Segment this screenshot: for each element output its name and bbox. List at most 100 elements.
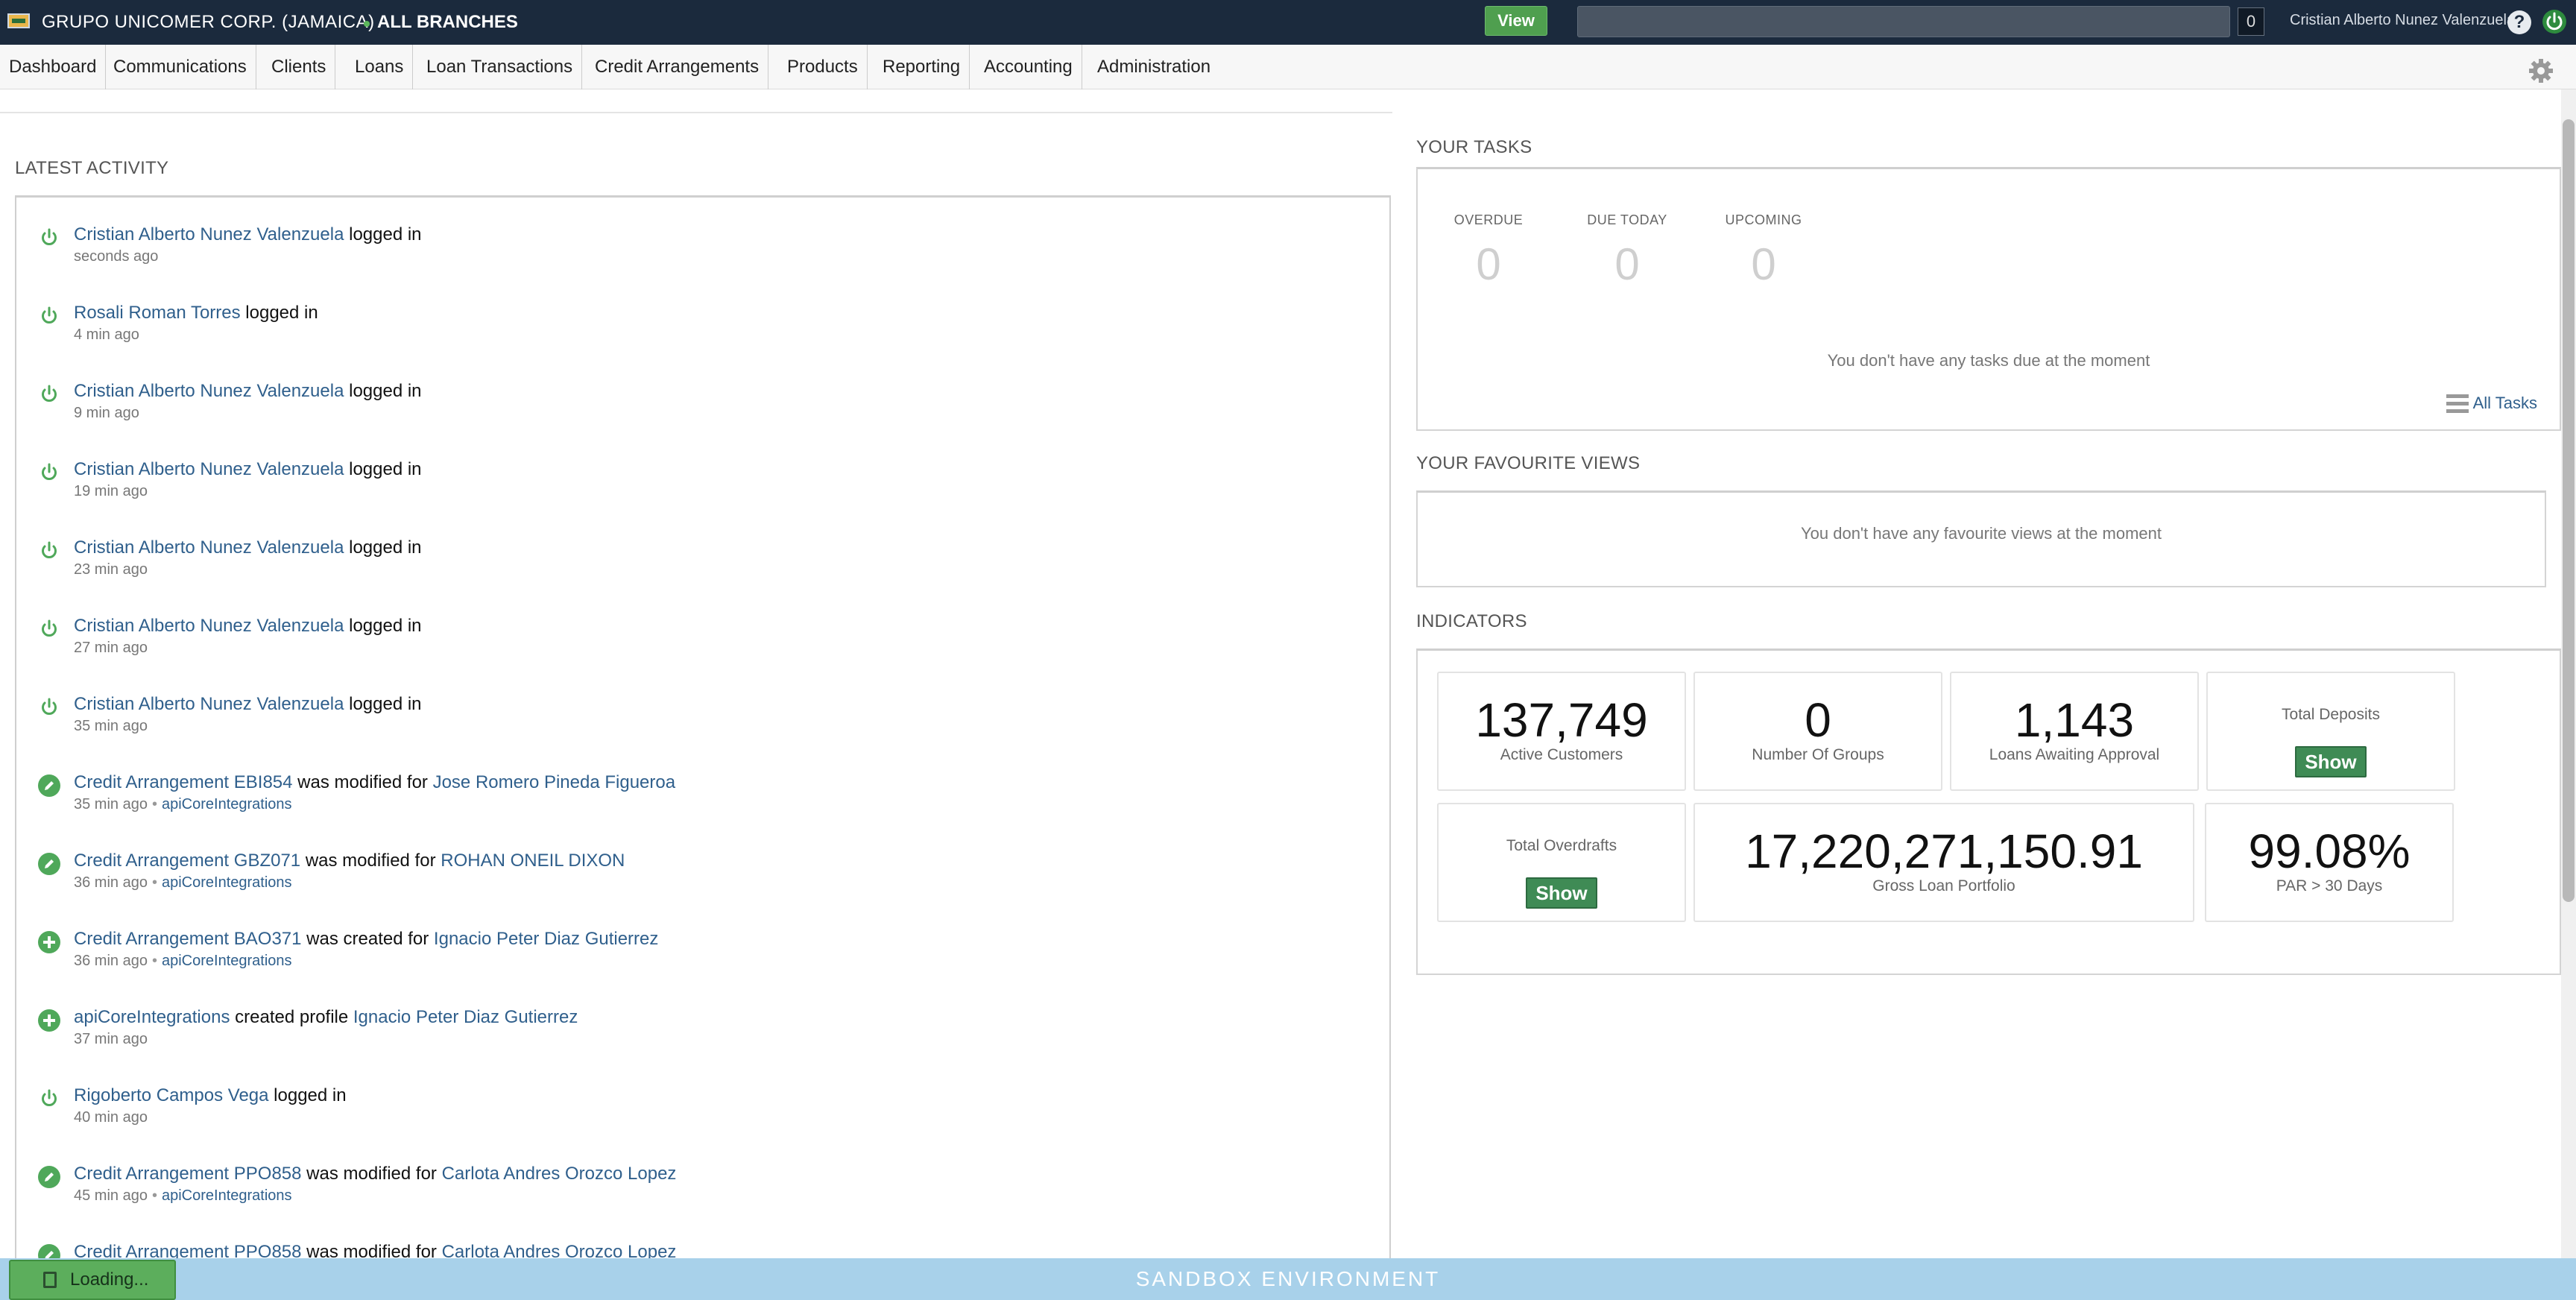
user-name[interactable]: Cristian Alberto Nunez Valenzuela: [2290, 12, 2515, 29]
gross-loan-portfolio-label: Gross Loan Portfolio: [1872, 877, 2015, 894]
nav-reporting[interactable]: Reporting: [874, 45, 970, 89]
nav-loan-transactions[interactable]: Loan Transactions: [417, 45, 583, 89]
activity-actor-link[interactable]: Cristian Alberto Nunez Valenzuela: [74, 224, 344, 244]
indicators-title: INDICATORS: [1416, 611, 1527, 631]
activity-actor-link[interactable]: Credit Arrangement EBI854: [74, 772, 293, 792]
nav-accounting[interactable]: Accounting: [975, 45, 1082, 89]
activity-target-link[interactable]: Carlota Andres Orozco Lopez: [442, 1164, 677, 1184]
activity-target-link[interactable]: Ignacio Peter Diaz Gutierrez: [434, 929, 658, 949]
your-tasks-title: YOUR TASKS: [1416, 137, 1532, 157]
activity-actor-link[interactable]: Credit Arrangement BAO371: [74, 929, 302, 949]
help-icon[interactable]: ?: [2507, 10, 2531, 34]
gross-loan-portfolio-value: 17,220,271,150.91: [1745, 824, 2143, 878]
latest-activity-panel[interactable]: Cristian Alberto Nunez Valenzuela logged…: [15, 195, 1391, 1300]
nav-clients[interactable]: Clients: [262, 45, 336, 89]
page-scrollbar-thumb[interactable]: [2563, 119, 2575, 902]
tasks-empty-message: You don't have any tasks due at the mome…: [1827, 351, 2150, 370]
activity-time: 36 min ago: [74, 874, 148, 891]
loading-label: Loading...: [70, 1269, 149, 1290]
due-today-column[interactable]: DUE TODAY 0: [1577, 212, 1677, 290]
activity-text: Cristian Alberto Nunez Valenzuela logged…: [74, 459, 422, 480]
edit-icon: [38, 1166, 60, 1188]
activity-action: logged in: [344, 537, 422, 558]
activity-item: Cristian Alberto Nunez Valenzuela logged…: [16, 432, 1358, 511]
activity-action: was created for: [301, 929, 434, 949]
activity-time: 9 min ago: [74, 405, 139, 421]
nav-dashboard[interactable]: Dashboard: [0, 45, 107, 89]
activity-meta: 37 min ago: [74, 1031, 148, 1048]
activity-separator: •: [151, 874, 157, 891]
view-button[interactable]: View: [1485, 6, 1547, 36]
logout-power-icon[interactable]: [2542, 9, 2567, 34]
activity-time: 35 min ago: [74, 796, 148, 812]
branch-selector[interactable]: ALL BRANCHES: [377, 12, 518, 33]
activity-item: Rosali Roman Torres logged in 4 min ago: [16, 276, 1358, 354]
activity-actor-link[interactable]: Cristian Alberto Nunez Valenzuela: [74, 694, 344, 714]
activity-actor-link[interactable]: Credit Arrangement GBZ071: [74, 851, 300, 871]
total-deposits-label: Total Deposits: [2282, 706, 2380, 723]
overdue-count: 0: [1476, 239, 1501, 289]
overdue-column[interactable]: OVERDUE 0: [1448, 212, 1530, 290]
gross-loan-portfolio-tile[interactable]: 17,220,271,150.91 Gross Loan Portfolio: [1693, 803, 2194, 922]
activity-separator: •: [151, 796, 157, 812]
plus-icon: [38, 1009, 60, 1032]
edit-icon: [38, 774, 60, 797]
activity-item: Credit Arrangement EBI854 was modified f…: [16, 745, 1358, 824]
total-deposits-show-button[interactable]: Show: [2295, 746, 2367, 777]
active-customers-label: Active Customers: [1500, 746, 1623, 763]
activity-action: was modified for: [300, 851, 441, 871]
loans-awaiting-tile[interactable]: 1,143 Loans Awaiting Approval: [1950, 672, 2199, 791]
total-deposits-tile: Total Deposits Show: [2206, 672, 2455, 791]
activity-target-link[interactable]: ROHAN ONEIL DIXON: [441, 851, 625, 871]
country-flag-icon: [7, 13, 30, 28]
activity-action: created profile: [230, 1007, 353, 1027]
nav-products[interactable]: Products: [778, 45, 868, 89]
edit-icon: [38, 853, 60, 875]
groups-label: Number Of Groups: [1752, 746, 1884, 763]
active-customers-tile[interactable]: 137,749 Active Customers: [1437, 672, 1686, 791]
activity-text: Credit Arrangement PPO858 was modified f…: [74, 1164, 676, 1184]
activity-actor-link[interactable]: Credit Arrangement PPO858: [74, 1164, 302, 1184]
activity-text: Cristian Alberto Nunez Valenzuela logged…: [74, 381, 422, 402]
activity-text: Rigoberto Campos Vega logged in: [74, 1085, 347, 1106]
activity-actor-link[interactable]: Cristian Alberto Nunez Valenzuela: [74, 616, 344, 636]
nav-credit-arrangements[interactable]: Credit Arrangements: [586, 45, 769, 89]
organization-name[interactable]: GRUPO UNICOMER CORP. (JAMAICA): [42, 12, 375, 33]
favourite-views-panel: You don't have any favourite views at th…: [1416, 490, 2546, 587]
activity-meta: 45 min ago • apiCoreIntegrations: [74, 1187, 292, 1205]
activity-target-link[interactable]: Jose Romero Pineda Figueroa: [433, 772, 676, 792]
activity-actor-link[interactable]: apiCoreIntegrations: [74, 1007, 230, 1027]
upcoming-column[interactable]: UPCOMING 0: [1717, 212, 1810, 290]
activity-actor-link[interactable]: Cristian Alberto Nunez Valenzuela: [74, 459, 344, 479]
activity-meta: 36 min ago • apiCoreIntegrations: [74, 953, 292, 970]
activity-item: Credit Arrangement GBZ071 was modified f…: [16, 824, 1358, 902]
activity-separator: •: [151, 1187, 157, 1204]
search-input[interactable]: [1577, 6, 2230, 37]
activity-source-link[interactable]: apiCoreIntegrations: [162, 796, 292, 812]
nav-communications[interactable]: Communications: [104, 45, 256, 89]
activity-time: 45 min ago: [74, 1187, 148, 1204]
main-nav: Dashboard Communications Clients Loans L…: [0, 45, 2576, 89]
all-tasks-link[interactable]: All Tasks: [2446, 394, 2537, 414]
activity-actor-link[interactable]: Rigoberto Campos Vega: [74, 1085, 269, 1105]
indicators-panel: 137,749 Active Customers 0 Number Of Gro…: [1416, 649, 2561, 975]
notification-count[interactable]: 0: [2238, 7, 2264, 36]
activity-item: Credit Arrangement BAO371 was created fo…: [16, 902, 1358, 980]
activity-source-link[interactable]: apiCoreIntegrations: [162, 1187, 292, 1204]
activity-actor-link[interactable]: Cristian Alberto Nunez Valenzuela: [74, 381, 344, 401]
groups-tile[interactable]: 0 Number Of Groups: [1693, 672, 1942, 791]
activity-source-link[interactable]: apiCoreIntegrations: [162, 874, 292, 891]
activity-source-link[interactable]: apiCoreIntegrations: [162, 953, 292, 969]
settings-gear-icon[interactable]: [2528, 58, 2554, 83]
activity-time: 36 min ago: [74, 953, 148, 969]
par-tile[interactable]: 99.08% PAR > 30 Days: [2205, 803, 2454, 922]
total-overdrafts-show-button[interactable]: Show: [1526, 877, 1597, 909]
activity-actor-link[interactable]: Cristian Alberto Nunez Valenzuela: [74, 537, 344, 558]
activity-target-link[interactable]: Ignacio Peter Diaz Gutierrez: [353, 1007, 578, 1027]
nav-loans[interactable]: Loans: [346, 45, 414, 89]
activity-meta: 40 min ago: [74, 1109, 148, 1126]
activity-actor-link[interactable]: Rosali Roman Torres: [74, 303, 241, 323]
activity-action: logged in: [240, 303, 318, 323]
nav-administration[interactable]: Administration: [1088, 45, 1219, 89]
groups-value: 0: [1805, 693, 1831, 747]
